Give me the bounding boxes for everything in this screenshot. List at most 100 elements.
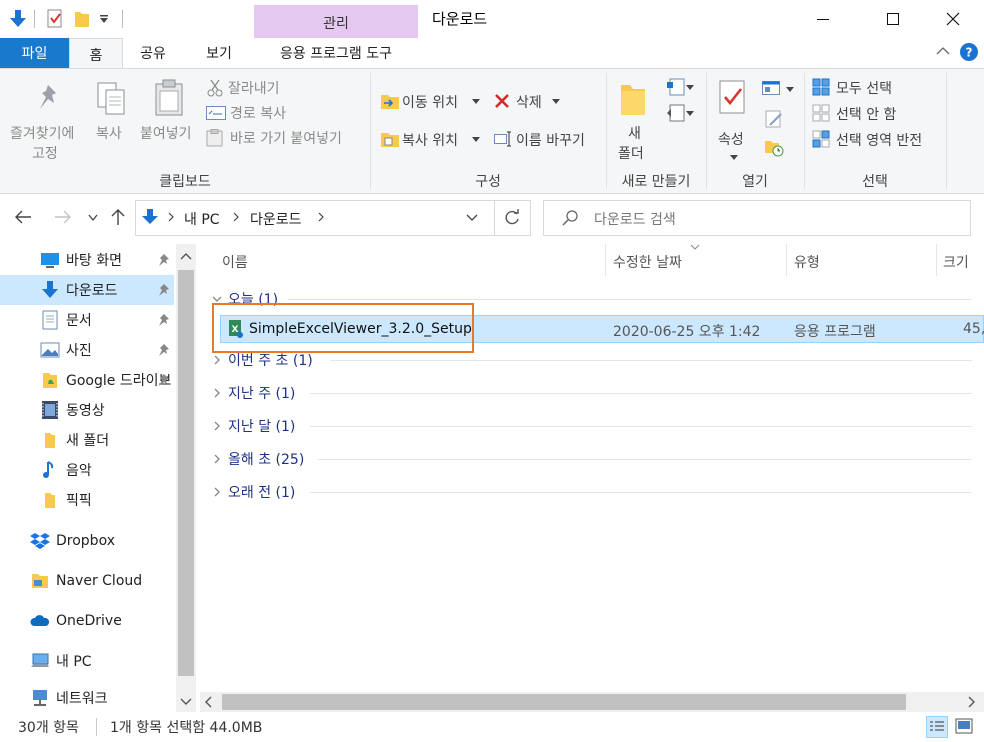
nav-scroll-down-icon[interactable] [180,698,192,706]
pin-label-line1: 즐겨찾기에 [10,126,75,142]
help-button[interactable]: ? [960,43,978,61]
open-icon [762,81,780,95]
horizontal-scroll-thumb[interactable] [222,694,906,710]
rename-label: 이름 바꾸기 [516,133,585,149]
tab-file[interactable]: 파일 [0,38,69,68]
column-header-type[interactable]: 유형 [794,252,820,272]
new-item-icon [667,78,685,96]
nav-item-new-folder[interactable]: 새 폴더 [0,425,174,455]
status-item-count: 30개 항목 [18,720,79,736]
select-all-button[interactable]: 모두 선택 [812,75,922,99]
edit-button[interactable] [762,109,786,131]
history-button[interactable] [762,137,786,159]
nav-item-dropbox[interactable]: Dropbox [0,526,174,556]
properties-qat-icon[interactable] [46,9,64,29]
nav-item-pictures[interactable]: 사진 [0,335,174,365]
minimize-button[interactable] [800,0,846,38]
nav-item-this-pc[interactable]: 내 PC [0,646,174,676]
close-button[interactable] [930,0,976,38]
nav-item-onedrive[interactable]: OneDrive [0,606,174,636]
nav-item-label: 네트워크 [56,691,108,707]
chevron-right-icon [214,487,220,497]
tab-view[interactable]: 보기 [184,38,254,68]
nav-item-documents[interactable]: 문서 [0,305,174,335]
group-header-a-long-time-ago[interactable]: 오래 전 (1) [210,479,295,505]
refresh-button[interactable] [503,209,521,227]
up-button[interactable] [110,208,126,226]
cut-label: 잘라내기 [228,81,280,97]
group-header-earlier-this-year[interactable]: 올해 초 (25) [210,446,304,472]
edit-icon [765,110,782,128]
nav-item-network[interactable]: 네트워크 [0,684,174,712]
maximize-button[interactable] [870,0,916,38]
new-folder-button[interactable]: 새 폴더 [610,77,656,162]
select-none-button[interactable]: 선택 안 함 [812,101,922,125]
group-divider [310,426,972,427]
back-button[interactable] [14,209,32,225]
move-to-button[interactable]: 이동 위치 [378,89,484,115]
copy-path-button[interactable]: 경로 복사 [206,102,306,124]
group-header-last-week[interactable]: 지난 주 (1) [210,380,295,406]
group-divider [288,299,972,300]
pin-quick-access-button[interactable]: 즐겨찾기에 고정 [4,77,88,162]
copy-to-button[interactable]: 복사 위치 [378,127,484,153]
window-title: 다운로드 [432,10,488,28]
easy-access-icon [667,104,685,122]
new-item-button[interactable] [664,77,696,99]
group-header-earlier-this-week[interactable]: 이번 주 초 (1) [210,347,313,373]
chevron-up-icon [936,47,950,55]
forward-button[interactable] [54,209,72,225]
nav-item-downloads[interactable]: 다운로드 [0,275,174,305]
column-separator[interactable] [786,244,787,276]
nav-scroll-up-icon[interactable] [180,252,192,260]
copy-button[interactable]: 복사 [90,77,134,161]
tab-app-tools[interactable]: 응용 프로그램 도구 [254,38,418,68]
large-icons-view-button[interactable] [954,716,976,738]
recent-locations-button[interactable] [88,214,98,222]
pin-icon [159,314,169,326]
nav-item-naver-cloud[interactable]: Naver Cloud [0,566,174,596]
column-header-date[interactable]: 수정한 날짜 [613,252,682,272]
scroll-right-icon[interactable] [968,696,976,708]
rename-button[interactable]: 이름 바꾸기 [492,127,604,153]
cut-button[interactable]: 잘라내기 [206,77,306,99]
select-none-icon [812,104,830,122]
breadcrumb-my-pc[interactable]: 내 PC [184,209,220,229]
column-header-name[interactable]: 이름 [222,252,248,272]
column-header-size[interactable]: 크기 [943,252,969,272]
invert-selection-button[interactable]: 선택 영역 반전 [812,127,942,151]
document-icon [42,310,58,330]
properties-button[interactable]: 속성 [712,77,756,167]
nav-item-videos[interactable]: 동영상 [0,395,174,425]
address-history-button[interactable] [466,214,478,222]
nav-item-music[interactable]: 음악 [0,455,174,485]
nav-item-google-drive[interactable]: Google 드라이브 [0,365,174,395]
details-view-button[interactable] [926,716,948,738]
collapse-ribbon-button[interactable] [936,46,950,56]
qat-dropdown-icon[interactable] [99,14,109,24]
open-button[interactable] [762,79,798,101]
breadcrumb-downloads[interactable]: 다운로드 [250,209,302,229]
maximize-icon [887,13,899,25]
arrow-left-icon [15,210,31,224]
new-folder-qat-icon[interactable] [74,10,90,28]
tab-home[interactable]: 홈 [69,38,123,70]
column-separator[interactable] [605,244,606,276]
paste-button[interactable]: 붙여넣기 [138,77,202,161]
group-header-last-month[interactable]: 지난 달 (1) [210,413,295,439]
breadcrumb-separator-icon [167,212,175,222]
nav-item-desktop[interactable]: 바탕 화면 [0,245,174,275]
download-location-icon [141,208,159,226]
quick-access-download-icon[interactable] [8,9,28,29]
delete-button[interactable]: 삭제 [492,89,564,115]
dropbox-icon [30,533,50,549]
column-separator[interactable] [936,244,937,276]
paste-shortcut-button[interactable]: 바로 가기 붙여넣기 [206,127,366,149]
easy-access-button[interactable] [664,103,696,125]
nav-item-label: 내 PC [56,654,92,670]
scroll-left-icon[interactable] [204,696,212,708]
select-none-label: 선택 안 함 [836,107,897,123]
nav-item-picpick[interactable]: 픽픽 [0,485,174,515]
nav-scroll-thumb[interactable] [178,270,194,676]
tab-share[interactable]: 공유 [124,38,182,68]
